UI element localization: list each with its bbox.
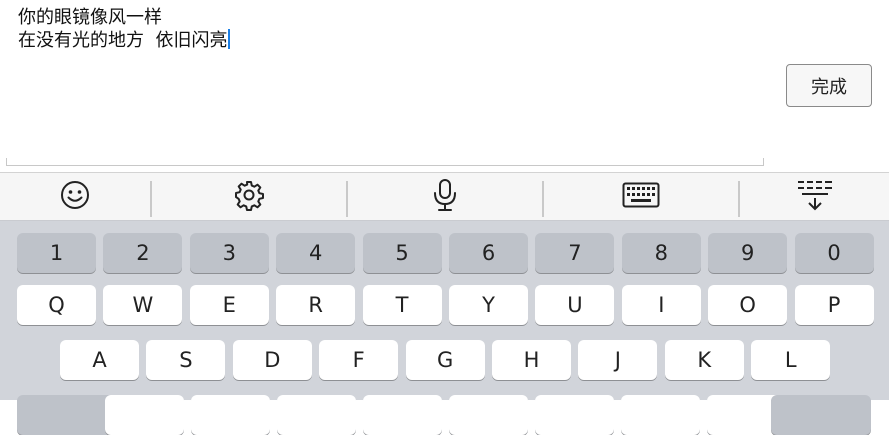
hide-keyboard-button[interactable] [740,173,889,221]
key-row3[interactable] [191,395,270,435]
backspace-key[interactable] [771,395,871,435]
key-h[interactable]: H [492,340,571,380]
key-r[interactable]: R [276,285,356,325]
key-i[interactable]: I [621,285,701,325]
done-button[interactable]: 完成 [786,64,872,107]
text-caret [228,29,231,49]
text-editor[interactable]: 你的眼镜像风一样 在没有光的地方 依旧闪亮 完成 [0,0,889,172]
keyboard-toolbar [0,172,889,221]
key-row3[interactable] [363,395,442,435]
hide-keyboard-icon [796,178,834,216]
microphone-icon [431,178,459,216]
text-line-1: 你的眼镜像风一样 [18,7,162,28]
key-k[interactable]: K [664,340,744,380]
key-row3[interactable] [621,395,700,435]
emoji-button[interactable] [0,173,150,221]
key-row3[interactable] [449,395,528,435]
text-line-2: 在没有光的地方 依旧闪亮 [18,30,228,51]
key-e[interactable]: E [189,285,269,325]
keyboard-icon [622,182,660,212]
key-t[interactable]: T [362,285,442,325]
key-2[interactable]: 2 [103,233,183,273]
key-o[interactable]: O [708,285,788,325]
voice-input-button[interactable] [348,173,542,221]
emoji-icon [60,180,90,214]
key-p[interactable]: P [794,285,874,325]
key-d[interactable]: D [232,340,312,380]
key-l[interactable]: L [751,340,831,380]
key-row3[interactable] [277,395,356,435]
key-1[interactable]: 1 [17,233,96,273]
shift-key[interactable] [17,395,117,435]
key-q[interactable]: Q [17,285,96,325]
key-y[interactable]: Y [449,285,528,325]
key-6[interactable]: 6 [449,233,528,273]
key-a[interactable]: A [60,340,139,380]
keyboard-switch-button[interactable] [544,173,738,221]
key-9[interactable]: 9 [708,233,788,273]
key-row3[interactable] [535,395,614,435]
keyboard: 1234567890 QWERTYUIOP ASDFGHJKL [0,221,889,435]
gear-icon [233,179,265,215]
settings-button[interactable] [152,173,346,221]
key-u[interactable]: U [535,285,615,325]
key-5[interactable]: 5 [362,233,442,273]
key-w[interactable]: W [103,285,183,325]
key-g[interactable]: G [405,340,485,380]
key-f[interactable]: F [319,340,399,380]
key-0[interactable]: 0 [794,233,874,273]
key-4[interactable]: 4 [276,233,356,273]
key-row3[interactable] [105,395,184,435]
key-s[interactable]: S [146,340,226,380]
text-content[interactable]: 你的眼镜像风一样 在没有光的地方 依旧闪亮 [18,6,231,52]
key-3[interactable]: 3 [189,233,269,273]
key-8[interactable]: 8 [621,233,701,273]
key-7[interactable]: 7 [535,233,615,273]
input-field-border [6,158,764,166]
key-j[interactable]: J [578,340,658,380]
